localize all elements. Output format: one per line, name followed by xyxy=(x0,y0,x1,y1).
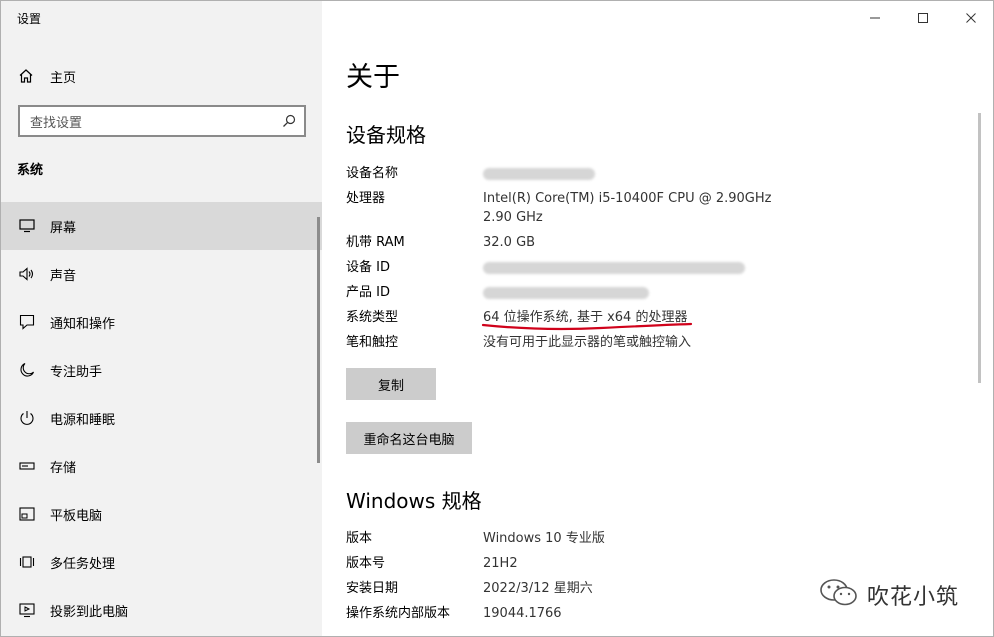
spec-value-redacted xyxy=(483,283,806,302)
spec-value-redacted xyxy=(483,258,806,277)
spec-row-product-id: 产品 ID xyxy=(346,283,806,302)
sidebar-item-storage[interactable]: 存储 xyxy=(1,442,322,490)
spec-value: 21H2 xyxy=(483,556,518,571)
spec-value: 没有可用于此显示器的笔或触控输入 xyxy=(483,335,692,350)
tablet-icon xyxy=(18,505,36,523)
sidebar-item-label: 多任务处理 xyxy=(50,556,116,572)
sidebar-nav: 屏幕 声音 通知和操作 专注助手 电源和睡眠 存储 平板电脑 多任务处理 投影到… xyxy=(1,202,322,634)
spec-key: 版本号 xyxy=(346,556,386,571)
wechat-icon xyxy=(819,578,859,612)
spec-row-processor: 处理器 Intel(R) Core(TM) i5-10400F CPU @ 2.… xyxy=(346,189,806,227)
sidebar-item-power[interactable]: 电源和睡眠 xyxy=(1,394,322,442)
spec-key: 操作系统内部版本 xyxy=(346,606,451,621)
spec-row-pen-touch: 笔和触控 没有可用于此显示器的笔或触控输入 xyxy=(346,333,806,352)
spec-row-device-id: 设备 ID xyxy=(346,258,806,277)
home-label: 主页 xyxy=(50,70,77,86)
spec-key: 机带 RAM xyxy=(346,235,405,250)
sidebar-item-multitasking[interactable]: 多任务处理 xyxy=(1,538,322,586)
device-specs-heading: 设备规格 xyxy=(346,123,426,147)
sidebar-item-label: 平板电脑 xyxy=(50,508,103,524)
power-icon xyxy=(18,409,36,427)
spec-value: 19044.1766 xyxy=(483,606,562,621)
section-title: 系统 xyxy=(17,163,44,178)
search-input[interactable]: 查找设置 xyxy=(18,105,306,137)
rename-pc-button[interactable]: 重命名这台电脑 xyxy=(346,422,472,454)
spec-value: 2022/3/12 星期六 xyxy=(483,581,593,596)
moon-icon xyxy=(18,361,36,379)
copy-button[interactable]: 复制 xyxy=(346,368,436,400)
sidebar-item-label: 声音 xyxy=(50,268,77,284)
spec-value: Windows 10 专业版 xyxy=(483,531,605,546)
storage-icon xyxy=(18,457,36,475)
close-button[interactable] xyxy=(947,1,993,35)
multitask-icon xyxy=(18,553,36,571)
watermark-text: 吹花小筑 xyxy=(867,585,960,610)
spec-key: 设备名称 xyxy=(346,166,399,181)
window-controls xyxy=(851,1,993,35)
spec-row-os-build: 操作系统内部版本 19044.1766 xyxy=(346,604,806,623)
main-content: 关于 设备规格 设备名称 处理器 Intel(R) Core(TM) i5-10… xyxy=(322,1,993,636)
home-nav-item[interactable]: 主页 xyxy=(1,59,322,93)
sidebar-item-tablet[interactable]: 平板电脑 xyxy=(1,490,322,538)
maximize-icon xyxy=(918,13,928,23)
close-icon xyxy=(966,13,976,23)
monitor-icon xyxy=(18,217,36,235)
sidebar-item-sound[interactable]: 声音 xyxy=(1,250,322,298)
spec-key: 笔和触控 xyxy=(346,335,399,350)
spec-row-edition: 版本 Windows 10 专业版 xyxy=(346,529,806,548)
red-annotation-underline xyxy=(481,322,693,331)
page-title: 关于 xyxy=(346,62,400,93)
spec-key: 版本 xyxy=(346,531,373,546)
maximize-button[interactable] xyxy=(899,1,947,35)
sidebar-item-label: 存储 xyxy=(50,460,77,476)
speaker-icon xyxy=(18,265,36,283)
spec-key: 处理器 xyxy=(346,191,386,206)
settings-window: 设置 主页 查找设置 系统 屏幕 声音 通知和操作 专注助手 电源和睡眠 存储 … xyxy=(0,0,994,637)
windows-specs-heading: Windows 规格 xyxy=(346,489,482,513)
spec-row-version: 版本号 21H2 xyxy=(346,554,806,573)
spec-key: 产品 ID xyxy=(346,285,390,300)
sidebar-item-projection[interactable]: 投影到此电脑 xyxy=(1,586,322,634)
spec-row-device-name: 设备名称 xyxy=(346,164,806,183)
spec-value: Intel(R) Core(TM) i5-10400F CPU @ 2.90GH… xyxy=(483,191,772,225)
watermark: 吹花小筑 xyxy=(819,578,959,612)
spec-row-ram: 机带 RAM 32.0 GB xyxy=(346,233,806,252)
home-icon xyxy=(18,68,34,84)
windows-specs-list: 版本 Windows 10 专业版 版本号 21H2 安装日期 2022/3/1… xyxy=(346,529,806,623)
projection-icon xyxy=(18,601,36,619)
sidebar: 设置 主页 查找设置 系统 屏幕 声音 通知和操作 专注助手 电源和睡眠 存储 … xyxy=(1,1,322,636)
spec-value-redacted xyxy=(483,164,806,183)
sidebar-item-label: 专注助手 xyxy=(50,364,103,380)
notification-icon xyxy=(18,313,36,331)
spec-key: 安装日期 xyxy=(346,581,399,596)
spec-value: 32.0 GB xyxy=(483,235,536,250)
app-title: 设置 xyxy=(17,12,42,26)
spec-key: 系统类型 xyxy=(346,310,399,325)
sidebar-item-focus-assist[interactable]: 专注助手 xyxy=(1,346,322,394)
search-placeholder: 查找设置 xyxy=(30,115,83,131)
minimize-button[interactable] xyxy=(851,1,899,35)
minimize-icon xyxy=(870,17,880,19)
sidebar-item-label: 通知和操作 xyxy=(50,316,116,332)
search-icon[interactable] xyxy=(274,107,304,135)
main-scrollbar[interactable] xyxy=(978,113,981,383)
sidebar-item-label: 屏幕 xyxy=(50,220,77,236)
sidebar-item-notifications[interactable]: 通知和操作 xyxy=(1,298,322,346)
sidebar-item-label: 投影到此电脑 xyxy=(50,604,129,620)
sidebar-item-display[interactable]: 屏幕 xyxy=(1,202,322,250)
spec-key: 设备 ID xyxy=(346,260,390,275)
sidebar-scrollbar[interactable] xyxy=(317,217,320,463)
sidebar-item-label: 电源和睡眠 xyxy=(50,412,116,428)
spec-row-install-date: 安装日期 2022/3/12 星期六 xyxy=(346,579,806,598)
